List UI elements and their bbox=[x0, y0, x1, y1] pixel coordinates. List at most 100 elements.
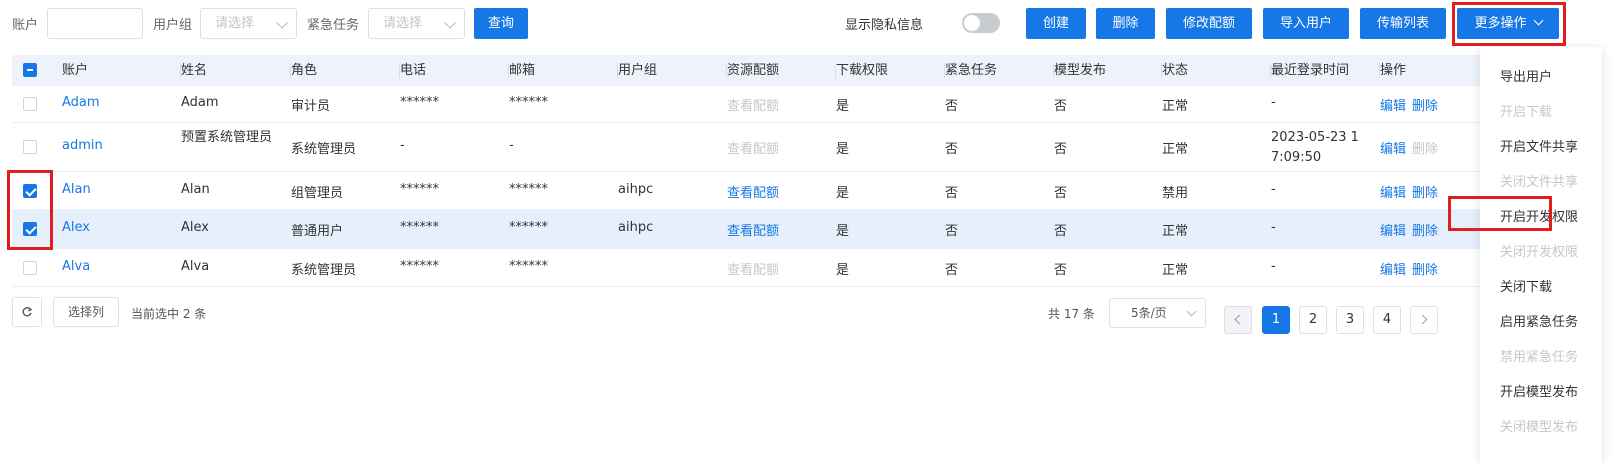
edit-link[interactable]: 编辑 bbox=[1380, 99, 1406, 114]
model-publish-cell: 否 bbox=[1054, 142, 1068, 157]
menu-item-enable-dev-permission[interactable]: 开启开发权限 bbox=[1500, 206, 1578, 225]
model-publish-cell: 否 bbox=[1054, 186, 1068, 201]
view-quota-link: 查看配额 bbox=[727, 142, 780, 157]
more-actions-button[interactable]: 更多操作 bbox=[1457, 8, 1559, 39]
chevron-down-icon bbox=[444, 17, 456, 29]
privacy-toggle[interactable] bbox=[962, 13, 1000, 33]
col-role: 角色 bbox=[291, 55, 400, 86]
group-cell: aihpc bbox=[618, 182, 654, 197]
download-cell: 是 bbox=[836, 186, 850, 201]
role-cell: 审计员 bbox=[291, 99, 331, 114]
chevron-down-icon bbox=[1533, 15, 1543, 26]
view-quota-link: 查看配额 bbox=[727, 99, 780, 114]
menu-item-enable-file-share[interactable]: 开启文件共享 bbox=[1500, 136, 1578, 155]
account-link[interactable]: admin bbox=[62, 138, 103, 153]
menu-item-enable-model-publish[interactable]: 开启模型发布 bbox=[1500, 381, 1578, 400]
page-4[interactable]: 4 bbox=[1373, 306, 1401, 334]
row-checkbox[interactable] bbox=[23, 97, 37, 111]
import-users-button[interactable]: 导入用户 bbox=[1263, 8, 1349, 39]
status-cell: 正常 bbox=[1162, 263, 1189, 278]
download-cell: 是 bbox=[836, 142, 850, 157]
refresh-button[interactable] bbox=[12, 297, 42, 327]
account-link[interactable]: Adam bbox=[62, 95, 100, 110]
model-publish-cell: 否 bbox=[1054, 224, 1068, 239]
selection-info: 当前选中 2 条 bbox=[131, 307, 207, 321]
col-group: 用户组 bbox=[618, 55, 727, 86]
urgent-cell: 否 bbox=[945, 186, 959, 201]
account-link[interactable]: Alva bbox=[62, 259, 90, 274]
col-phone: 电话 bbox=[400, 55, 509, 86]
page-1[interactable]: 1 bbox=[1262, 306, 1290, 334]
transfer-list-button[interactable]: 传输列表 bbox=[1360, 8, 1446, 39]
delete-link[interactable]: 删除 bbox=[1412, 224, 1438, 239]
prev-page-button[interactable] bbox=[1224, 306, 1252, 334]
urgent-cell: 否 bbox=[945, 99, 959, 114]
menu-item-disable-dev-permission: 关闭开发权限 bbox=[1500, 245, 1579, 260]
select-columns-button[interactable]: 选择列 bbox=[53, 297, 119, 327]
col-urgent: 紧急任务 bbox=[945, 55, 1054, 86]
status-cell: 禁用 bbox=[1162, 186, 1189, 201]
chevron-right-icon bbox=[1417, 314, 1428, 325]
delete-link[interactable]: 删除 bbox=[1412, 99, 1438, 114]
role-cell: 系统管理员 bbox=[291, 263, 357, 278]
email-cell: ****** bbox=[509, 259, 548, 274]
row-checkbox[interactable] bbox=[23, 261, 37, 275]
operations-cell: 编辑 删除 bbox=[1380, 220, 1438, 239]
next-page-button[interactable] bbox=[1410, 306, 1438, 334]
page-2[interactable]: 2 bbox=[1299, 306, 1327, 334]
menu-item-export-users[interactable]: 导出用户 bbox=[1500, 66, 1552, 85]
account-input[interactable] bbox=[47, 8, 143, 39]
col-name: 姓名 bbox=[181, 55, 291, 86]
name-cell: Alex bbox=[181, 220, 209, 235]
last-login-cell: - bbox=[1271, 95, 1276, 110]
col-email: 邮箱 bbox=[509, 55, 618, 86]
menu-item-enable-download: 开启下载 bbox=[1500, 105, 1553, 120]
total-count: 共 17 条 bbox=[1048, 307, 1095, 321]
urgent-cell: 否 bbox=[945, 263, 959, 278]
edit-link[interactable]: 编辑 bbox=[1380, 142, 1406, 157]
account-link[interactable]: Alan bbox=[62, 182, 91, 197]
operations-cell: 编辑 删除 bbox=[1380, 259, 1438, 278]
urgent-select[interactable]: 请选择 bbox=[368, 8, 465, 39]
col-last-login: 最近登录时间 bbox=[1271, 55, 1380, 86]
page-size-select[interactable]: 5条/页 bbox=[1109, 298, 1206, 328]
view-quota-link[interactable]: 查看配额 bbox=[727, 182, 779, 201]
account-link[interactable]: Alex bbox=[62, 220, 90, 235]
edit-link[interactable]: 编辑 bbox=[1380, 186, 1406, 201]
email-cell: ****** bbox=[509, 220, 548, 235]
menu-item-disable-download[interactable]: 关闭下载 bbox=[1500, 276, 1552, 295]
operations-cell: 编辑 删除 bbox=[1380, 138, 1438, 157]
phone-cell: ****** bbox=[400, 220, 439, 235]
account-label: 账户 bbox=[12, 18, 39, 33]
menu-item-enable-urgent[interactable]: 启用紧急任务 bbox=[1500, 311, 1578, 330]
role-cell: 普通用户 bbox=[291, 224, 344, 239]
table-row: Alva Alva 系统管理员 ****** ****** 查看配额 是 否 否… bbox=[12, 249, 1482, 287]
phone-cell: - bbox=[400, 138, 405, 153]
delete-link[interactable]: 删除 bbox=[1412, 186, 1438, 201]
row-checkbox[interactable] bbox=[23, 140, 37, 154]
delete-button[interactable]: 删除 bbox=[1096, 8, 1155, 39]
col-account: 账户 bbox=[62, 55, 181, 86]
usergroup-select[interactable]: 请选择 bbox=[200, 8, 297, 39]
delete-link[interactable]: 删除 bbox=[1412, 263, 1438, 278]
delete-link: 删除 bbox=[1412, 142, 1439, 157]
status-cell: 正常 bbox=[1162, 224, 1189, 239]
page-3[interactable]: 3 bbox=[1336, 306, 1364, 334]
toolbar: 账户 用户组 请选择 紧急任务 请选择 查询 显示隐私信息 创建 删除 修改配额… bbox=[0, 0, 1612, 46]
row-checkbox[interactable] bbox=[23, 184, 37, 198]
view-quota-link[interactable]: 查看配额 bbox=[727, 220, 779, 239]
role-cell: 组管理员 bbox=[291, 186, 344, 201]
edit-link[interactable]: 编辑 bbox=[1380, 224, 1406, 239]
row-checkbox[interactable] bbox=[23, 222, 37, 236]
chevron-left-icon bbox=[1234, 314, 1245, 325]
phone-cell: ****** bbox=[400, 259, 439, 274]
col-quota: 资源配额 bbox=[727, 55, 836, 86]
create-button[interactable]: 创建 bbox=[1026, 8, 1086, 39]
col-operations: 操作 bbox=[1380, 63, 1407, 78]
col-model-publish: 模型发布 bbox=[1054, 55, 1162, 86]
edit-link[interactable]: 编辑 bbox=[1380, 263, 1406, 278]
table-row: admin 预置系统管理员 系统管理员 - - 查看配额 是 否 否 正常 20… bbox=[12, 123, 1482, 172]
query-button[interactable]: 查询 bbox=[474, 8, 528, 39]
edit-quota-button[interactable]: 修改配额 bbox=[1166, 8, 1252, 39]
select-all-checkbox[interactable] bbox=[23, 63, 37, 77]
